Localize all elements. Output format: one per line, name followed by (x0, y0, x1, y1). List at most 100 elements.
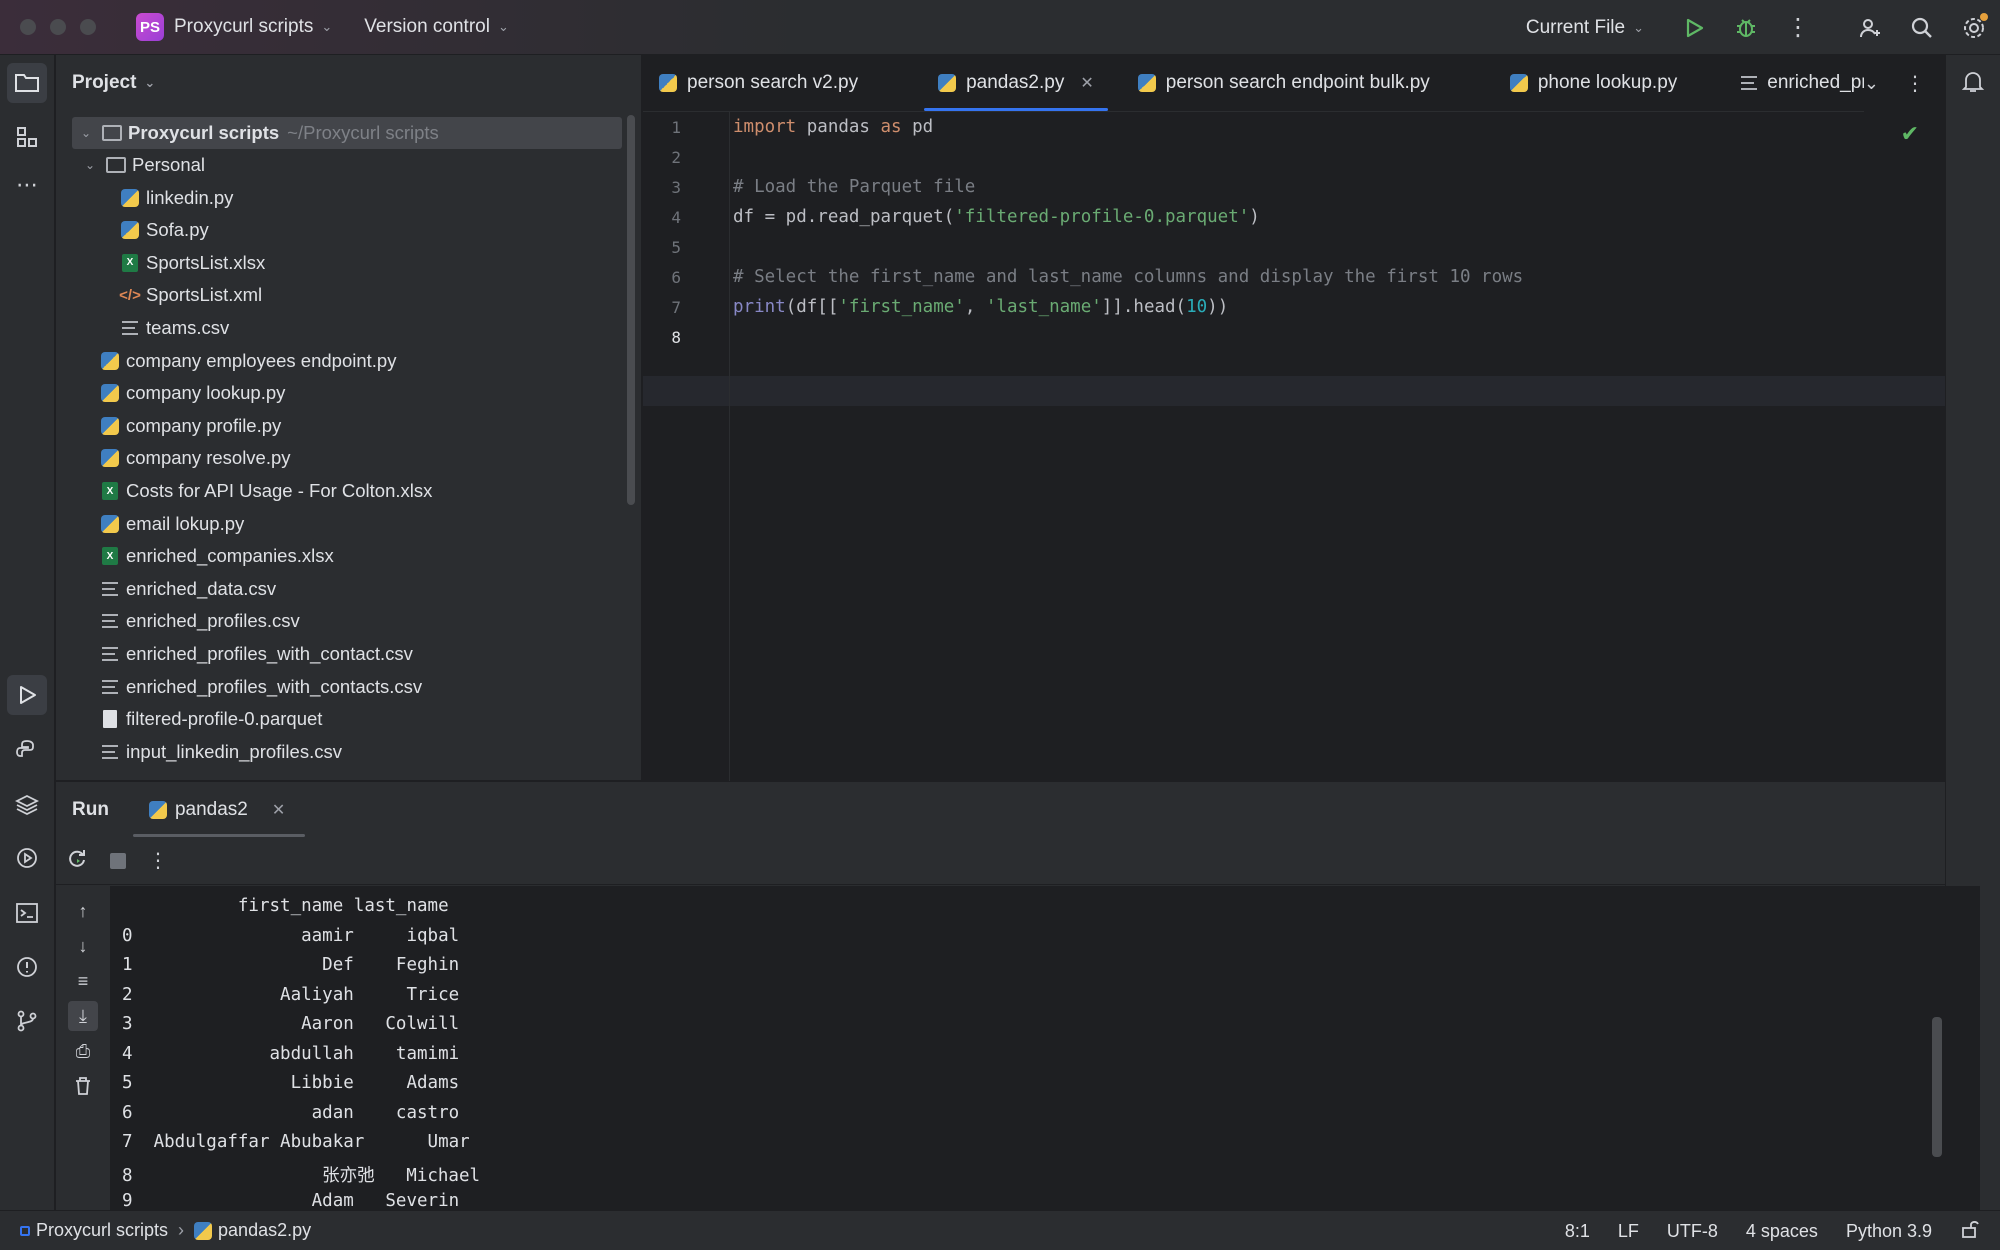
close-run-tab-icon[interactable]: ✕ (272, 800, 285, 820)
tab-list-chevron-icon[interactable]: ⌄ (1864, 73, 1879, 94)
close-window-button[interactable] (20, 19, 36, 35)
structure-icon[interactable] (7, 117, 47, 157)
run-more-actions-icon[interactable]: ⋮ (148, 848, 168, 873)
zoom-window-button[interactable] (80, 19, 96, 35)
git-branch-icon[interactable] (7, 1001, 47, 1041)
tree-item-label: Sofa.py (146, 219, 209, 241)
scroll-up-arrow-icon[interactable]: ↑ (68, 896, 98, 926)
caret-position[interactable]: 8:1 (1565, 1221, 1590, 1242)
run-panel-title: Run (72, 798, 109, 820)
tree-file-item[interactable]: enriched_data.csv (100, 573, 276, 605)
tree-file-item[interactable]: enriched_profiles.csv (100, 605, 300, 637)
project-folder-icon[interactable] (7, 63, 47, 103)
tab-pandas2[interactable]: pandas2.py ✕ (916, 55, 1116, 111)
root-folder-name: Proxycurl scripts (128, 122, 280, 143)
settings-gear-icon[interactable] (1948, 0, 2000, 55)
output-line: first_name last_name (122, 896, 449, 916)
minimize-window-button[interactable] (50, 19, 66, 35)
tab-label: person search v2.py (687, 72, 859, 93)
close-tab-icon[interactable]: ✕ (1080, 73, 1093, 93)
tree-file-item[interactable]: filtered-profile-0.parquet (100, 703, 322, 735)
editor-tabs: person search v2.py pandas2.py ✕ person … (643, 55, 1945, 112)
tree-item-label: company resolve.py (126, 447, 291, 469)
tree-file-item[interactable]: linkedin.py (120, 182, 233, 214)
tab-person-search-v2[interactable]: person search v2.py (643, 55, 880, 111)
line-number-gutter: 1 2 3 4 5 6 7 8 (643, 112, 730, 800)
project-switcher[interactable]: Proxycurl scripts ⌄ (174, 16, 332, 38)
tab-label: pandas2.py (966, 72, 1065, 93)
python-file-icon (659, 74, 677, 92)
chevron-down-icon: ⌄ (84, 158, 96, 172)
python-file-icon (100, 383, 120, 403)
tree-file-item[interactable]: enriched_profiles_with_contact.csv (100, 638, 413, 670)
run-output-console[interactable]: first_name last_name 0 aamir iqbal 1 Def F… (110, 886, 1980, 1211)
tree-root-folder[interactable]: ⌄ Proxycurl scripts ~/Proxycurl scripts (72, 117, 622, 149)
play-icon (1686, 18, 1704, 37)
stop-icon[interactable] (110, 852, 126, 869)
tree-file-item[interactable]: input_linkedin_profiles.csv (100, 736, 342, 768)
text-file-icon (120, 318, 140, 338)
tree-file-item[interactable]: Xenriched_companies.xlsx (100, 540, 334, 572)
layers-icon[interactable] (7, 785, 47, 825)
text-file-icon (100, 742, 120, 762)
more-actions-icon[interactable]: ⋮ (1772, 0, 1824, 55)
tree-file-item[interactable]: X SportsList.xlsx (120, 247, 265, 279)
python-console-icon[interactable] (7, 730, 47, 770)
tree-file-item[interactable]: Sofa.py (120, 214, 209, 246)
tree-file-item[interactable]: enriched_profiles_with_contacts.csv (100, 671, 422, 703)
tree-file-item[interactable]: X Costs for API Usage - For Colton.xlsx (100, 475, 432, 507)
notifications-bell-icon[interactable] (1960, 69, 1986, 101)
services-icon[interactable] (7, 838, 47, 878)
tree-file-item[interactable]: company employees endpoint.py (100, 345, 396, 377)
line-ending[interactable]: LF (1618, 1221, 1639, 1242)
debug-button[interactable] (1720, 0, 1772, 55)
add-user-icon[interactable] (1844, 0, 1896, 55)
tree-file-item[interactable]: </> SportsList.xml (119, 279, 262, 311)
file-encoding[interactable]: UTF-8 (1667, 1221, 1718, 1242)
tree-file-item[interactable]: teams.csv (120, 312, 229, 344)
search-icon[interactable] (1896, 0, 1948, 55)
tab-phone-lookup[interactable]: phone lookup.py (1488, 55, 1699, 111)
tree-file-item[interactable]: email lokup.py (100, 508, 244, 540)
no-problems-check-icon[interactable]: ✔ (1901, 121, 1919, 147)
tree-item-label: input_linkedin_profiles.csv (126, 740, 342, 762)
tab-person-search-endpoint-bulk[interactable]: person search endpoint bulk.py (1116, 55, 1452, 111)
breadcrumb-file[interactable]: pandas2.py (218, 1220, 311, 1241)
breadcrumb-separator-icon: › (178, 1220, 185, 1240)
breadcrumb-project[interactable]: Proxycurl scripts (36, 1220, 168, 1241)
project-scrollbar[interactable] (627, 115, 635, 505)
scroll-down-arrow-icon[interactable]: ↓ (68, 931, 98, 961)
project-badge: PS (136, 13, 164, 41)
tree-file-item[interactable]: company profile.py (100, 410, 281, 442)
chevron-down-icon: ⌄ (321, 19, 333, 34)
more-tools-icon[interactable]: ⋯ (7, 165, 47, 205)
text-file-icon (100, 644, 120, 664)
project-module-icon (20, 1225, 30, 1236)
terminal-icon[interactable] (7, 893, 47, 933)
run-configuration-selector[interactable]: Current File ⌄ (1526, 17, 1644, 39)
scroll-to-end-icon[interactable]: ⤓ (68, 1001, 98, 1031)
tree-file-item[interactable]: company lookup.py (100, 377, 285, 409)
code-line-1: import pandas as pd (733, 117, 934, 137)
soft-wrap-icon[interactable]: ≡ (68, 966, 98, 996)
problems-icon[interactable] (7, 947, 47, 987)
text-file-icon (1741, 76, 1758, 90)
rerun-icon[interactable] (66, 847, 88, 875)
run-tab-pandas2[interactable]: pandas2 ✕ (132, 782, 306, 837)
output-scrollbar[interactable] (1932, 1017, 1942, 1157)
run-tool-icon[interactable] (7, 675, 47, 715)
trash-icon[interactable] (68, 1071, 98, 1101)
tab-more-actions-icon[interactable]: ⋮ (1905, 71, 1925, 96)
lock-icon[interactable] (1960, 1219, 1980, 1244)
run-configuration-label: Current File (1525, 16, 1626, 38)
project-panel-header[interactable]: Project ⌄ (56, 55, 641, 110)
print-icon[interactable]: ⎙ (68, 1036, 98, 1066)
run-button[interactable] (1668, 0, 1720, 55)
indent-setting[interactable]: 4 spaces (1746, 1221, 1818, 1242)
version-control-menu[interactable]: Version control ⌄ (364, 16, 509, 38)
tree-file-item[interactable]: company resolve.py (100, 442, 291, 474)
tree-folder-item[interactable]: ⌄ Personal (82, 149, 205, 181)
tree-item-label: company employees endpoint.py (126, 349, 397, 371)
status-bar: Proxycurl scripts › pandas2.py 8:1 LF UT… (0, 1210, 2000, 1250)
python-interpreter[interactable]: Python 3.9 (1846, 1221, 1932, 1242)
